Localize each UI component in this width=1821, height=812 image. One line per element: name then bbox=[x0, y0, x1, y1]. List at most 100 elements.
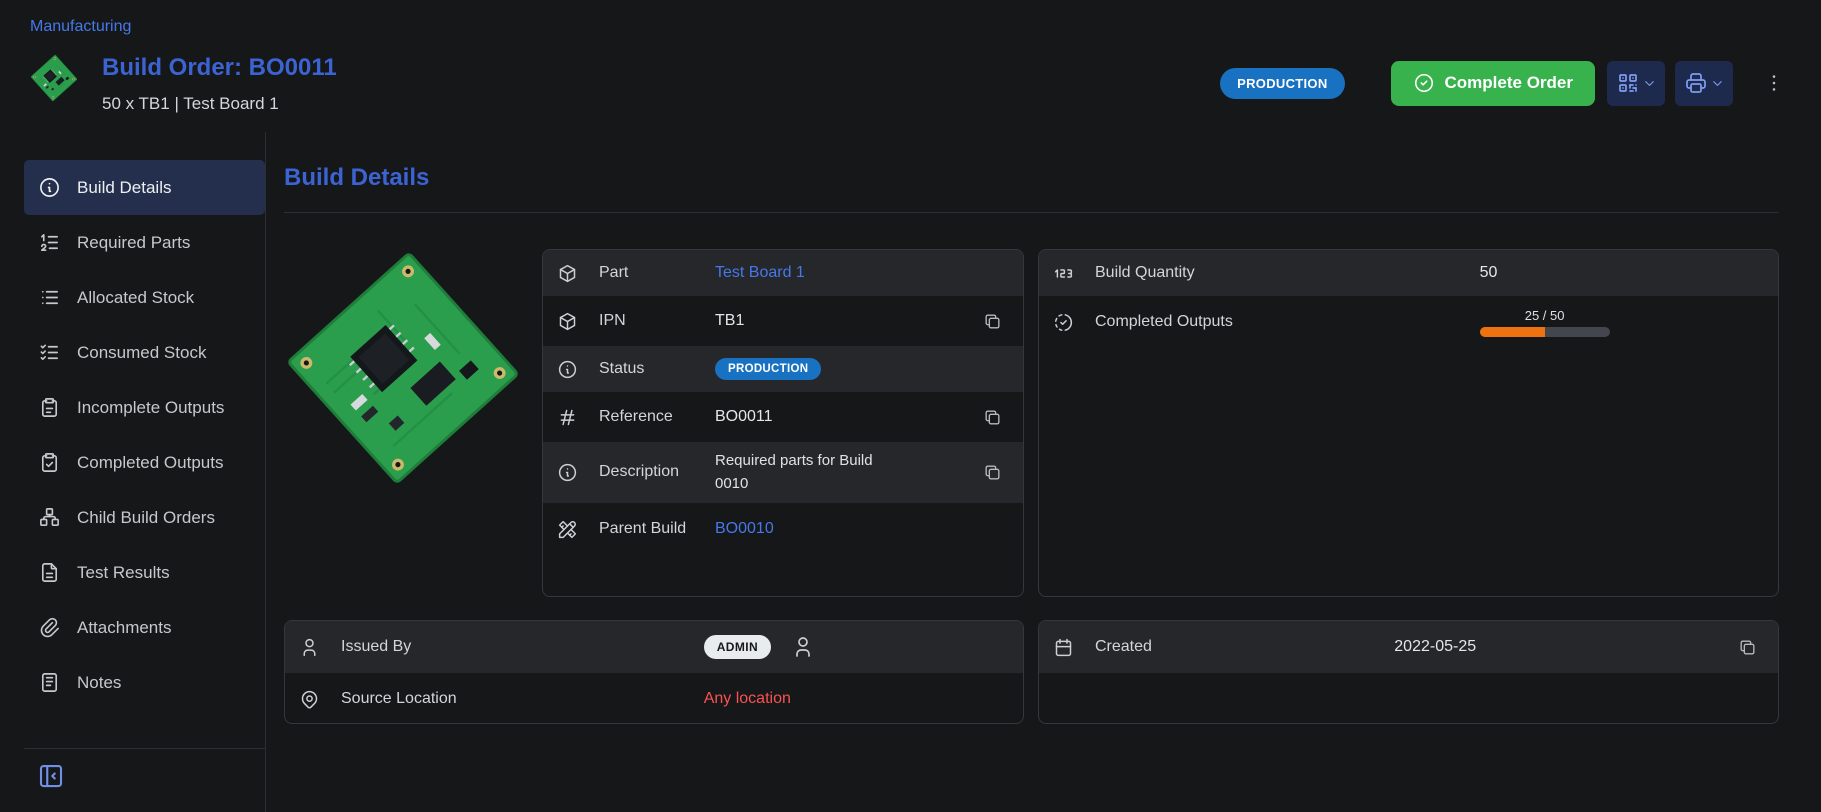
chevron-down-icon bbox=[1642, 76, 1657, 91]
build-quantity-value: 50 bbox=[1480, 264, 1764, 282]
sidebar-item-required-parts[interactable]: Required Parts bbox=[24, 215, 265, 270]
barcode-actions-button[interactable] bbox=[1607, 61, 1665, 106]
description-value: Required parts for Build 0010 bbox=[715, 450, 873, 495]
page-title: Build Order: BO0011 bbox=[102, 54, 337, 82]
created-row: Created 2022-05-25 bbox=[1039, 621, 1778, 673]
copy-button[interactable] bbox=[975, 456, 1009, 490]
sidebar-item-label: Incomplete Outputs bbox=[77, 398, 224, 418]
sidebar-footer bbox=[24, 748, 265, 812]
copy-icon bbox=[1738, 638, 1757, 657]
list-numbers-icon bbox=[38, 231, 61, 254]
sidebar-item-incomplete-outputs[interactable]: Incomplete Outputs bbox=[24, 380, 265, 435]
copy-icon bbox=[983, 408, 1002, 427]
part-link[interactable]: Test Board 1 bbox=[715, 264, 805, 282]
dots-vertical-icon bbox=[1763, 72, 1785, 94]
page-subtitle: 50 x TB1 | Test Board 1 bbox=[102, 94, 337, 114]
sidebar-collapse-icon bbox=[36, 761, 66, 791]
sitemap-icon bbox=[38, 506, 61, 529]
detail-row-ipn: IPN TB1 bbox=[543, 296, 1023, 346]
detail-row-reference: Reference BO0011 bbox=[543, 392, 1023, 442]
header-titles: Build Order: BO0011 50 x TB1 | Test Boar… bbox=[102, 52, 337, 114]
build-quantity-row: Build Quantity 50 bbox=[1039, 250, 1778, 296]
numbers-123-icon bbox=[1053, 263, 1079, 284]
sidebar-item-label: Child Build Orders bbox=[77, 508, 215, 528]
content: Build Details Part Test Board 1 IPN bbox=[266, 132, 1821, 812]
print-actions-button[interactable] bbox=[1675, 61, 1733, 106]
header-actions: PRODUCTION Complete Order bbox=[1220, 61, 1791, 106]
check-circle-icon bbox=[1413, 72, 1435, 94]
completed-outputs-label: Completed Outputs bbox=[1095, 313, 1480, 331]
sidebar-item-label: Completed Outputs bbox=[77, 453, 223, 473]
list-check-icon bbox=[38, 341, 61, 364]
detail-row-status: Status PRODUCTION bbox=[543, 346, 1023, 392]
calendar-icon bbox=[1053, 637, 1079, 658]
source-location-row: Source Location Any location bbox=[285, 673, 1023, 724]
build-details-panel: Part Test Board 1 IPN TB1 Stat bbox=[542, 249, 1024, 597]
user-icon bbox=[299, 637, 325, 658]
complete-order-button[interactable]: Complete Order bbox=[1391, 61, 1595, 106]
sidebar-spacer bbox=[24, 710, 265, 748]
created-value: 2022-05-25 bbox=[1394, 638, 1476, 656]
status-badge: PRODUCTION bbox=[1220, 68, 1344, 99]
source-location-label: Source Location bbox=[341, 690, 704, 708]
sidebar-item-attachments[interactable]: Attachments bbox=[24, 600, 265, 655]
progress-label: 25 / 50 bbox=[1480, 308, 1610, 323]
sidebar-item-label: Allocated Stock bbox=[77, 288, 194, 308]
copy-icon bbox=[983, 463, 1002, 482]
paperclip-icon bbox=[38, 616, 61, 639]
detail-label: Part bbox=[599, 263, 691, 284]
user-icon bbox=[791, 635, 815, 659]
parent-build-link[interactable]: BO0010 bbox=[715, 520, 774, 538]
more-actions-button[interactable] bbox=[1757, 61, 1791, 106]
part-image[interactable] bbox=[284, 249, 522, 487]
section-heading: Build Details bbox=[284, 164, 1779, 192]
clipboard-check-icon bbox=[38, 451, 61, 474]
ipn-value: TB1 bbox=[715, 312, 744, 330]
sidebar-item-label: Required Parts bbox=[77, 233, 190, 253]
created-label: Created bbox=[1095, 638, 1394, 656]
completed-outputs-row: Completed Outputs 25 / 50 bbox=[1039, 296, 1778, 348]
detail-label: Reference bbox=[599, 407, 691, 428]
box-icon bbox=[557, 311, 583, 332]
detail-label: Parent Build bbox=[599, 519, 691, 540]
main-layout: Build Details Required Parts Allocated S… bbox=[0, 132, 1821, 812]
sidebar-item-child-build-orders[interactable]: Child Build Orders bbox=[24, 490, 265, 545]
box-icon bbox=[557, 263, 583, 284]
list-icon bbox=[38, 286, 61, 309]
copy-button[interactable] bbox=[975, 400, 1009, 434]
info-circle-icon bbox=[557, 462, 583, 483]
progress-fill bbox=[1480, 327, 1545, 337]
printer-icon bbox=[1684, 71, 1708, 95]
build-quantity-label: Build Quantity bbox=[1095, 264, 1480, 282]
copy-button[interactable] bbox=[975, 304, 1009, 338]
sidebar-item-label: Test Results bbox=[77, 563, 170, 583]
copy-button[interactable] bbox=[1730, 630, 1764, 664]
chevron-down-icon bbox=[1710, 76, 1725, 91]
grid-column-right: Build Quantity 50 Completed Outputs 25 /… bbox=[1038, 249, 1779, 724]
map-pin-icon bbox=[299, 689, 325, 710]
clipboard-icon bbox=[38, 396, 61, 419]
build-thumbnail-image[interactable] bbox=[30, 52, 78, 104]
page-header: Build Order: BO0011 50 x TB1 | Test Boar… bbox=[0, 40, 1821, 132]
quantity-panel: Build Quantity 50 Completed Outputs 25 /… bbox=[1038, 249, 1779, 597]
detail-row-parent-build: Parent Build BO0010 bbox=[543, 503, 1023, 555]
reference-value: BO0011 bbox=[715, 408, 773, 426]
sidebar-item-consumed-stock[interactable]: Consumed Stock bbox=[24, 325, 265, 380]
breadcrumb-link-manufacturing[interactable]: Manufacturing bbox=[30, 18, 131, 35]
breadcrumb: Manufacturing bbox=[0, 0, 1821, 40]
source-location-value: Any location bbox=[704, 690, 791, 708]
sidebar-item-test-results[interactable]: Test Results bbox=[24, 545, 265, 600]
sidebar-collapse-button[interactable] bbox=[36, 761, 66, 791]
issued-by-label: Issued By bbox=[341, 638, 704, 656]
sidebar-item-build-details[interactable]: Build Details bbox=[24, 160, 265, 215]
sidebar-item-label: Build Details bbox=[77, 178, 172, 198]
completed-outputs-progress: 25 / 50 bbox=[1480, 308, 1610, 337]
detail-row-description: Description Required parts for Build 001… bbox=[543, 442, 1023, 503]
detail-label: Description bbox=[599, 462, 691, 483]
file-report-icon bbox=[38, 561, 61, 584]
sidebar-item-allocated-stock[interactable]: Allocated Stock bbox=[24, 270, 265, 325]
sidebar-item-completed-outputs[interactable]: Completed Outputs bbox=[24, 435, 265, 490]
created-panel: Created 2022-05-25 bbox=[1038, 620, 1779, 724]
sidebar-item-notes[interactable]: Notes bbox=[24, 655, 265, 710]
sidebar-item-label: Notes bbox=[77, 673, 121, 693]
